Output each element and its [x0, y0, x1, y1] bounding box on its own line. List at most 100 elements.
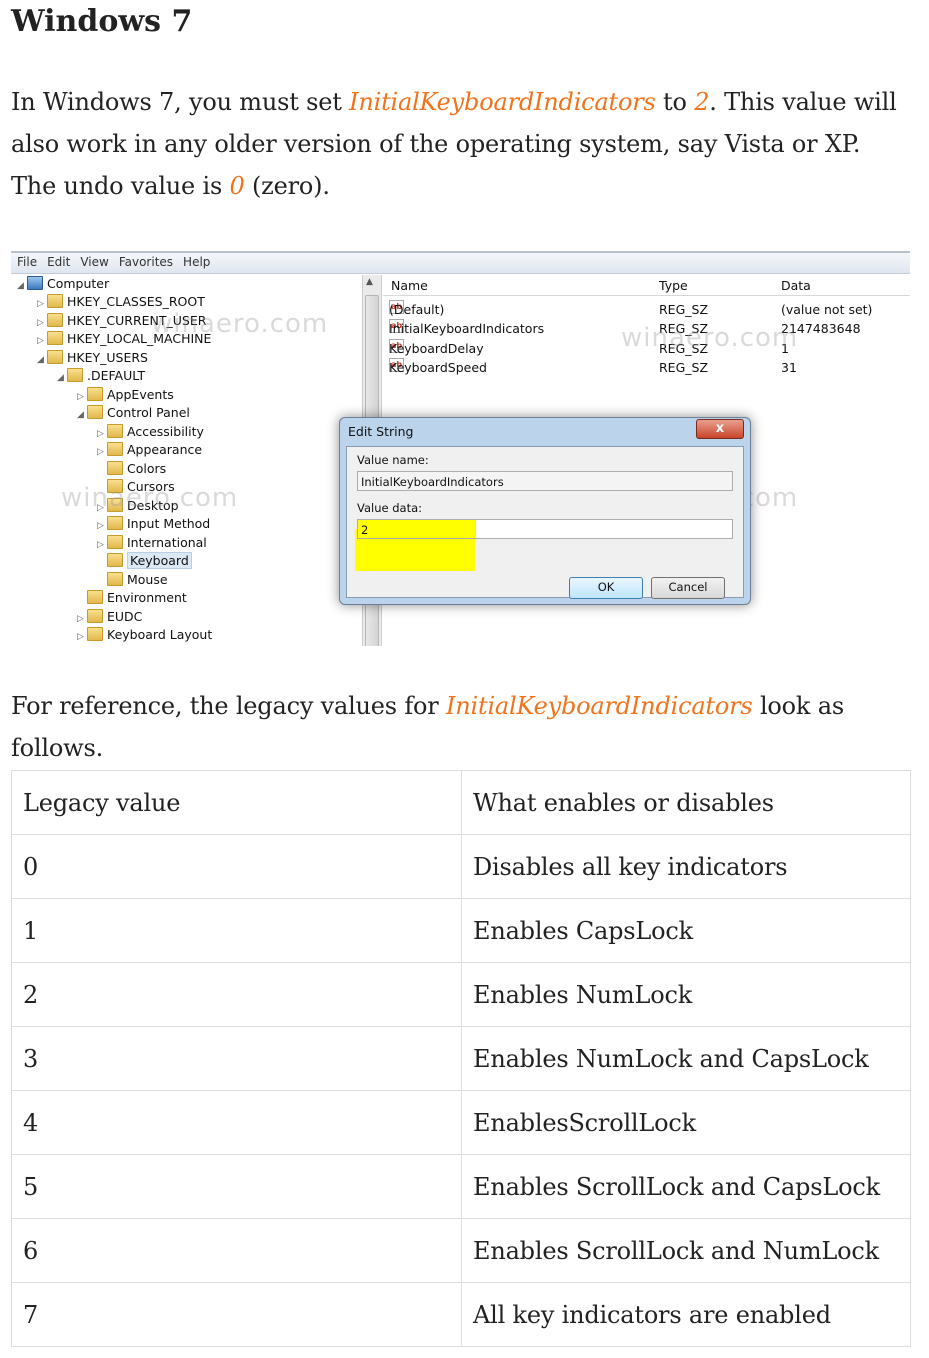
legacy-value-cell: 3	[11, 1026, 462, 1091]
collapse-arrow-icon[interactable]: ◢	[57, 369, 67, 387]
intro-text-2: to	[655, 88, 695, 116]
header-legacy-value: Legacy value	[11, 770, 462, 835]
tree-node-environment[interactable]: Environment	[77, 589, 187, 607]
menu-edit[interactable]: Edit	[43, 253, 74, 271]
collapse-arrow-icon[interactable]: ◢	[77, 406, 87, 424]
tree-node-hkcr[interactable]: ▷ HKEY_CLASSES_ROOT	[37, 293, 205, 311]
description-cell: Enables ScrollLock and CapsLock	[461, 1154, 911, 1219]
folder-icon	[47, 331, 63, 345]
cancel-button[interactable]: Cancel	[651, 577, 725, 599]
tree-node-mouse[interactable]: Mouse	[97, 571, 168, 589]
dialog-body: Value name: InitialKeyboardIndicators Va…	[346, 446, 744, 599]
expand-arrow-icon[interactable]: ▷	[97, 443, 107, 461]
table-header-row: Legacy value What enables or disables	[11, 770, 911, 835]
ok-button[interactable]: OK	[569, 577, 643, 599]
value-row[interactable]: ab InitialKeyboardIndicators REG_SZ 2147483…	[383, 319, 910, 338]
tree-node-keyboard-layout[interactable]: ▷ Keyboard Layout	[77, 626, 212, 644]
intro-paragraph: In Windows 7, you must set InitialKeyboa…	[11, 81, 911, 207]
table-row: 1 Enables CapsLock	[11, 898, 911, 963]
tree-node-computer[interactable]: ◢ Computer	[17, 275, 109, 293]
undo-value: 0	[229, 172, 245, 200]
folder-icon	[47, 294, 63, 308]
reference-paragraph: For reference, the legacy values for Ini…	[11, 692, 844, 762]
folder-icon	[87, 590, 103, 604]
folder-icon	[67, 368, 83, 382]
menu-favorites[interactable]: Favorites	[115, 253, 177, 271]
tree-node-control-panel[interactable]: ◢ Control Panel	[77, 404, 190, 422]
values-header: Name Type Data	[383, 275, 910, 296]
tree-node-hkcu[interactable]: ▷ HKEY_CURRENT_USER	[37, 312, 206, 330]
legacy-value-cell: 1	[11, 898, 462, 963]
table-row: 3 Enables NumLock and CapsLock	[11, 1026, 911, 1091]
legacy-value-cell: 6	[11, 1218, 462, 1283]
tree-node-hku[interactable]: ◢ HKEY_USERS	[37, 349, 148, 367]
column-data[interactable]: Data	[781, 278, 811, 293]
tree-node-input-method[interactable]: ▷ Input Method	[97, 515, 210, 533]
description-cell: Enables NumLock and CapsLock	[461, 1026, 911, 1091]
tree-node-international[interactable]: ▷ International	[97, 534, 207, 552]
menu-help[interactable]: Help	[179, 253, 214, 271]
folder-icon	[87, 405, 103, 419]
folder-icon	[107, 535, 123, 549]
value-row[interactable]: ab (Default) REG_SZ (value not set)	[383, 300, 910, 319]
value-data-label: Value data:	[357, 501, 423, 515]
collapse-arrow-icon[interactable]: ◢	[17, 277, 27, 295]
folder-icon	[87, 627, 103, 641]
tree-node-keyboard[interactable]: Keyboard	[97, 552, 192, 570]
tree-node-desktop[interactable]: ▷ Desktop	[97, 497, 179, 515]
folder-icon	[107, 479, 123, 493]
folder-icon	[107, 498, 123, 512]
tree-node-appevents[interactable]: ▷ AppEvents	[77, 386, 174, 404]
menu-view[interactable]: View	[76, 253, 112, 271]
legacy-value-cell: 7	[11, 1282, 462, 1347]
column-name[interactable]: Name	[391, 278, 428, 293]
registry-value-link[interactable]: InitialKeyboardIndicators	[446, 692, 753, 720]
value-row[interactable]: ab KeyboardDelay REG_SZ 1	[383, 339, 910, 358]
menu-file[interactable]: File	[13, 253, 41, 271]
table-row: 6 Enables ScrollLock and NumLock	[11, 1218, 911, 1283]
table-row: 2 Enables NumLock	[11, 962, 911, 1027]
tree-node-default[interactable]: ◢ .DEFAULT	[57, 367, 145, 385]
header-description: What enables or disables	[461, 770, 911, 835]
value-data-input[interactable]: 2	[357, 519, 733, 539]
value-name-label: Value name:	[357, 453, 429, 467]
legacy-values-table: Legacy value What enables or disables 0D…	[11, 770, 911, 1347]
description-cell: Enables NumLock	[461, 962, 911, 1027]
tree-node-hklm[interactable]: ▷ HKEY_LOCAL_MACHINE	[37, 330, 211, 348]
value-row[interactable]: ab KeyboardSpeed REG_SZ 31	[383, 358, 910, 377]
legacy-value-cell: 5	[11, 1154, 462, 1219]
folder-icon	[107, 442, 123, 456]
dialog-title: Edit String	[348, 424, 414, 439]
tree-node-cursors[interactable]: Cursors	[97, 478, 175, 496]
legacy-value-cell: 2	[11, 962, 462, 1027]
expand-arrow-icon[interactable]: ▷	[37, 295, 47, 313]
folder-icon	[107, 516, 123, 530]
folder-icon	[107, 553, 123, 567]
scroll-up-icon[interactable]: ▲	[366, 277, 373, 287]
table-row: 5 Enables ScrollLock and CapsLock	[11, 1154, 911, 1219]
intro-text-1: In Windows 7, you must set	[11, 88, 350, 116]
description-cell: Disables all key indicators	[461, 834, 911, 899]
description-cell: All key indicators are enabled	[461, 1282, 911, 1347]
legacy-value-cell: 4	[11, 1090, 462, 1155]
value-name-field: InitialKeyboardIndicators	[357, 471, 733, 491]
expand-arrow-icon[interactable]: ▷	[77, 628, 87, 646]
expand-arrow-icon[interactable]: ▷	[97, 517, 107, 535]
folder-icon	[47, 313, 63, 327]
column-type[interactable]: Type	[659, 278, 688, 293]
tree-node-accessibility[interactable]: ▷ Accessibility	[97, 423, 204, 441]
table-row: 4 EnablesScrollLock	[11, 1090, 911, 1155]
table-row: 0 Disables all key indicators	[11, 834, 911, 899]
tree-node-appearance[interactable]: ▷ Appearance	[97, 441, 202, 459]
intro-text-4: (zero).	[244, 172, 330, 200]
collapse-arrow-icon[interactable]: ◢	[37, 351, 47, 369]
tree-node-eudc[interactable]: ▷ EUDC	[77, 608, 142, 626]
folder-icon	[107, 461, 123, 475]
close-button[interactable]: x	[696, 419, 744, 439]
tree-node-colors[interactable]: Colors	[97, 460, 166, 478]
description-cell: Enables ScrollLock and NumLock	[461, 1218, 911, 1283]
menu-bar: File Edit View Favorites Help	[11, 253, 910, 274]
folder-icon	[47, 350, 63, 364]
registry-value-link[interactable]: InitialKeyboardIndicators	[349, 88, 656, 116]
expand-arrow-icon[interactable]: ▷	[37, 332, 47, 350]
